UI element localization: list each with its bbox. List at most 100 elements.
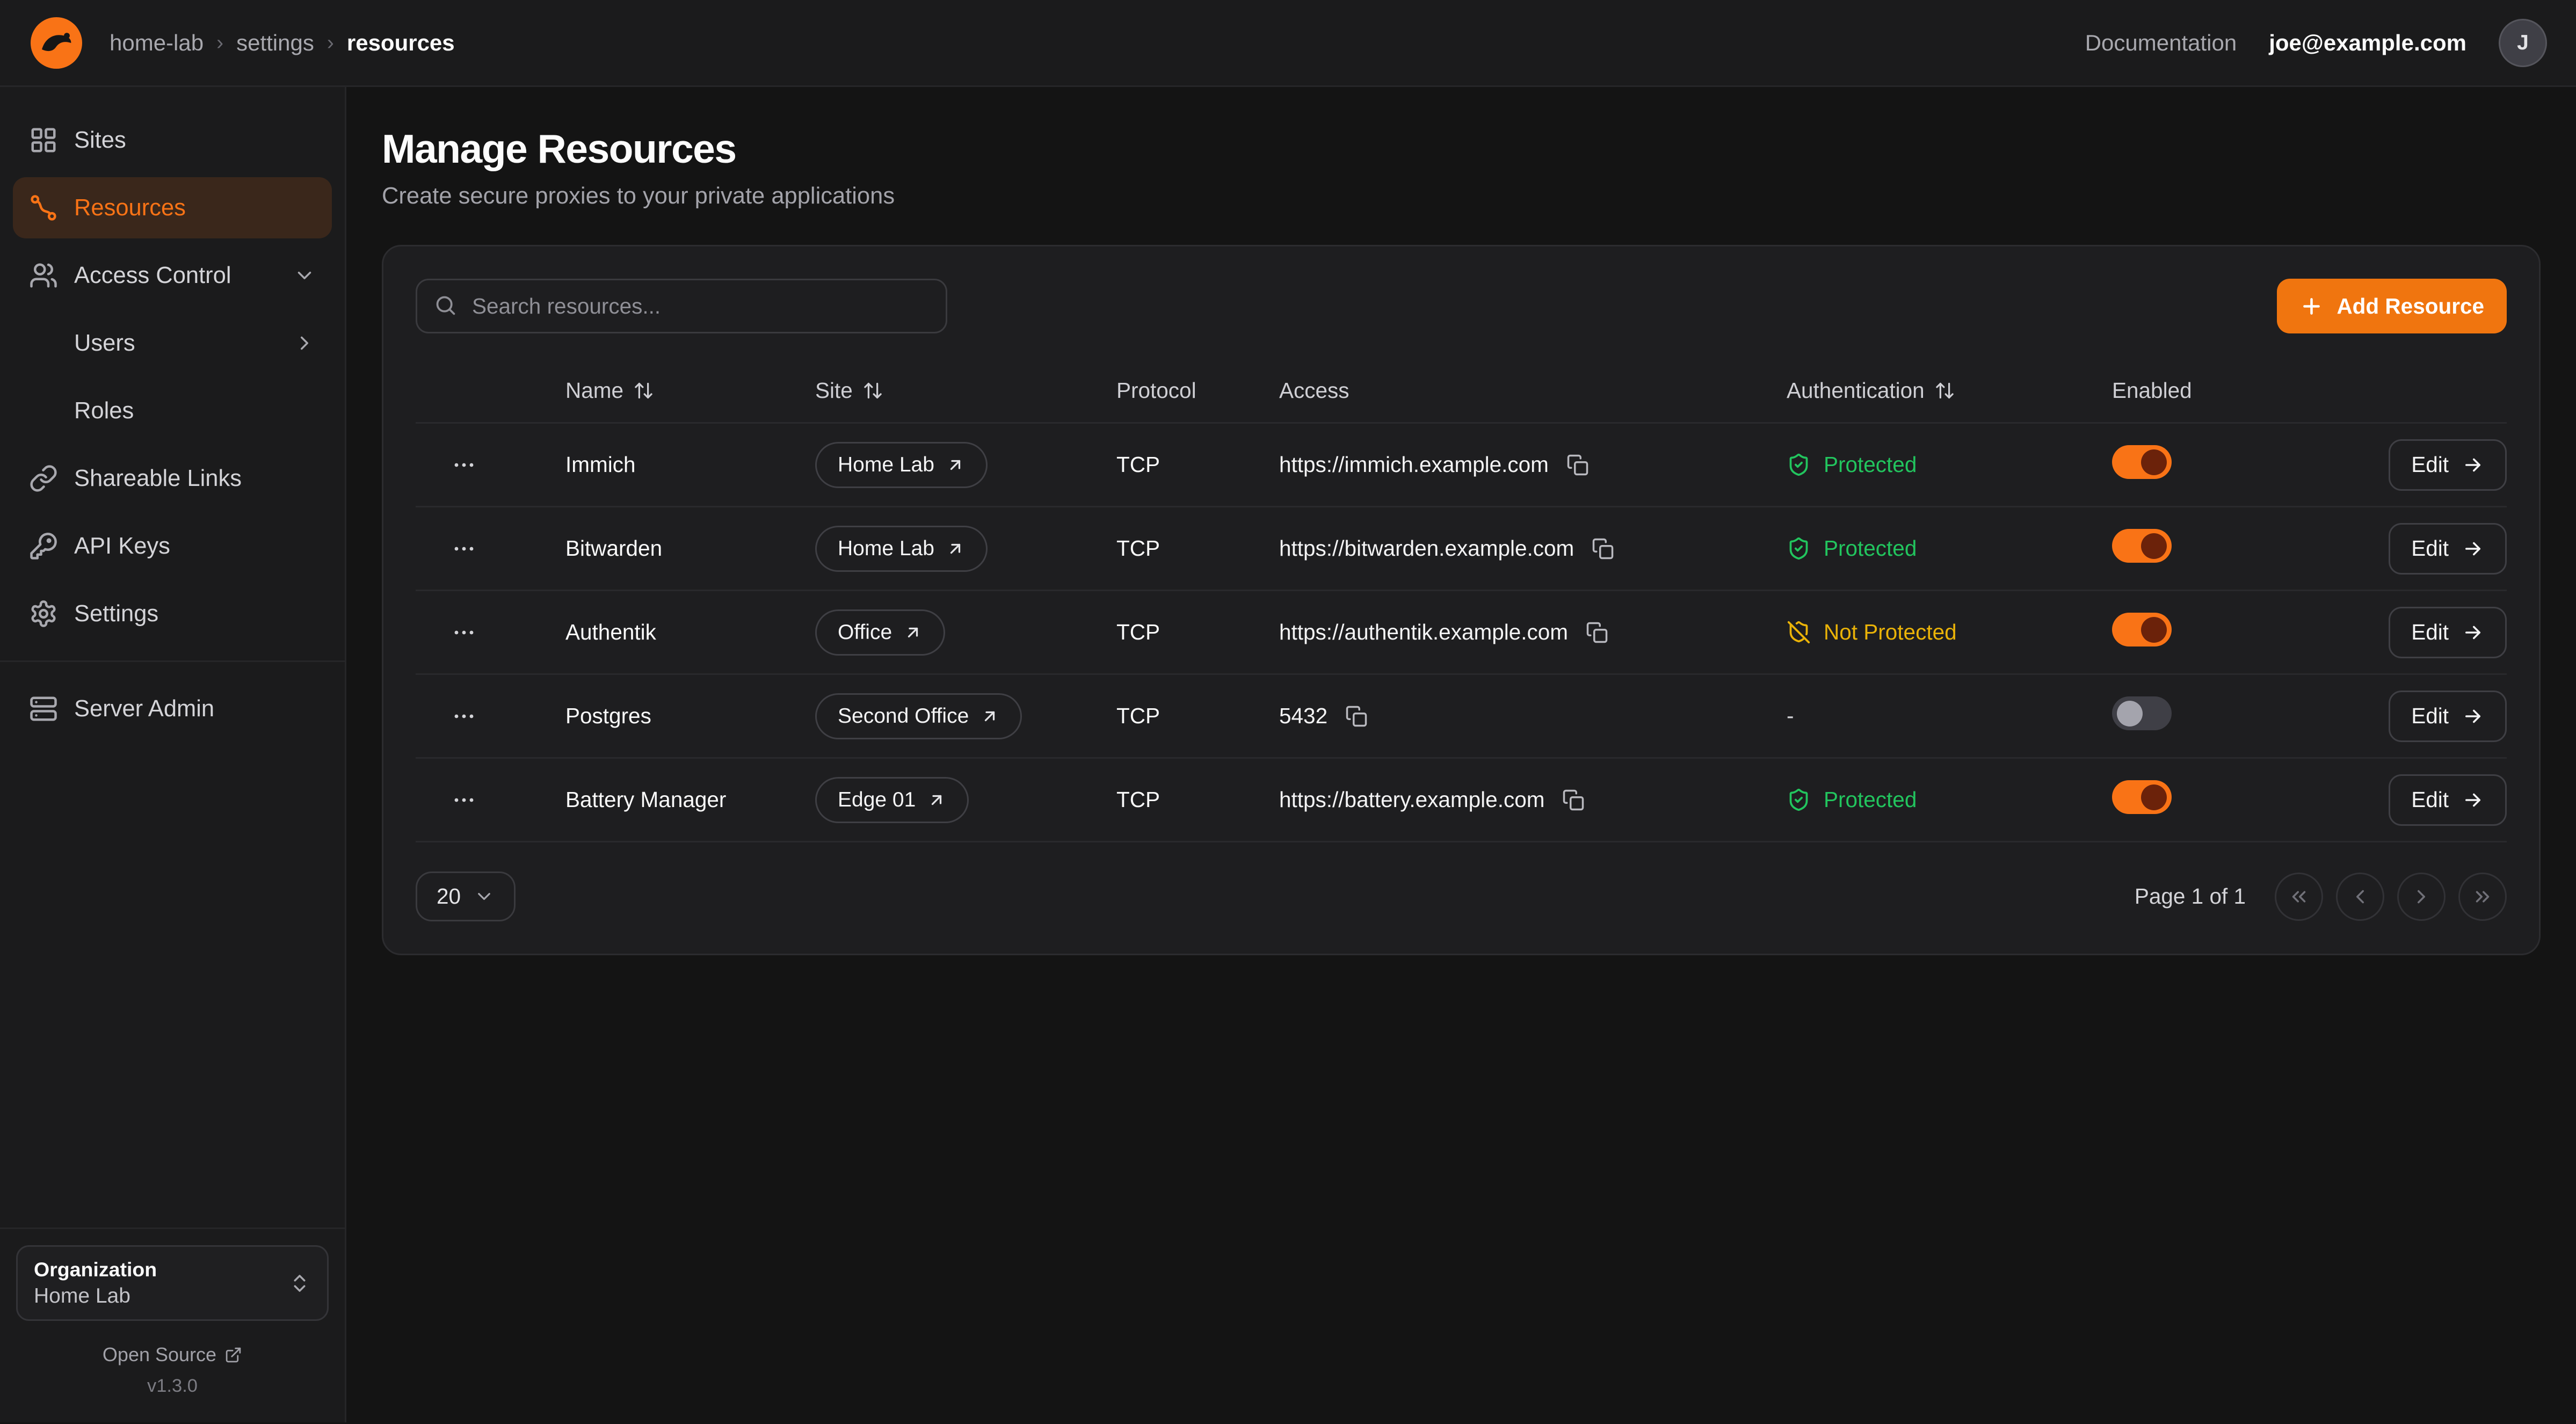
- sort-icon: [1934, 380, 1955, 401]
- plus-icon: [2299, 294, 2324, 318]
- table-row: Immich Home Lab TCP https://immich.examp…: [416, 424, 2507, 507]
- grid-icon: [29, 126, 58, 155]
- column-header-access: Access: [1279, 378, 1787, 403]
- sidebar-item-users[interactable]: Users: [13, 313, 332, 374]
- organization-title: Organization: [34, 1258, 157, 1281]
- breadcrumb-resources[interactable]: resources: [347, 30, 455, 56]
- sidebar-item-sites[interactable]: Sites: [13, 110, 332, 171]
- resources-table: Name Site Protocol Access Authenticati: [416, 359, 2507, 842]
- copy-icon[interactable]: [1563, 451, 1592, 479]
- site-name: Home Lab: [838, 537, 934, 561]
- breadcrumb-home-lab[interactable]: home-lab: [110, 30, 204, 56]
- column-header-authentication[interactable]: Authentication: [1787, 378, 2112, 403]
- resources-card: Add Resource Name Site Protocol: [382, 245, 2541, 955]
- row-menu-button[interactable]: [445, 781, 483, 819]
- row-menu-button[interactable]: [445, 529, 483, 568]
- sidebar-item-resources[interactable]: Resources: [13, 177, 332, 238]
- auth-label: -: [1787, 703, 1794, 729]
- enabled-toggle[interactable]: [2112, 613, 2172, 646]
- ellipsis-icon: [451, 787, 477, 813]
- first-page-button[interactable]: [2275, 873, 2323, 921]
- external-link-icon: [946, 539, 965, 558]
- protocol-value: TCP: [1116, 787, 1279, 812]
- arrow-right-icon: [2462, 454, 2484, 476]
- edit-button[interactable]: Edit: [2389, 523, 2507, 575]
- table-body: Immich Home Lab TCP https://immich.examp…: [416, 424, 2507, 842]
- breadcrumb-separator: ›: [216, 31, 223, 55]
- add-resource-button[interactable]: Add Resource: [2277, 279, 2507, 333]
- edit-label: Edit: [2411, 620, 2449, 645]
- column-header-name[interactable]: Name: [565, 378, 815, 403]
- sidebar-item-shareable-links[interactable]: Shareable Links: [13, 448, 332, 509]
- sidebar-item-label: Settings: [74, 601, 158, 627]
- user-email[interactable]: joe@example.com: [2269, 30, 2466, 56]
- topbar-right: Documentation joe@example.com J: [2085, 19, 2547, 67]
- sidebar-item-label: Resources: [74, 195, 186, 221]
- site-link[interactable]: Edge 01: [815, 777, 969, 823]
- last-page-button[interactable]: [2458, 873, 2507, 921]
- enabled-toggle[interactable]: [2112, 780, 2172, 814]
- edit-button[interactable]: Edit: [2389, 774, 2507, 826]
- server-icon: [29, 694, 58, 723]
- sidebar-item-label: Sites: [74, 127, 126, 154]
- next-page-button[interactable]: [2397, 873, 2446, 921]
- app-logo[interactable]: [29, 16, 84, 70]
- page-info: Page 1 of 1: [2135, 884, 2246, 909]
- copy-icon[interactable]: [1342, 702, 1371, 731]
- copy-icon[interactable]: [1588, 534, 1617, 563]
- access-url: https://bitwarden.example.com: [1279, 536, 1574, 561]
- link-icon: [29, 464, 58, 493]
- shield-check-icon: [1787, 536, 1811, 561]
- copy-icon[interactable]: [1559, 786, 1588, 815]
- page-subtitle: Create secure proxies to your private ap…: [382, 183, 2541, 209]
- column-header-site[interactable]: Site: [815, 378, 1116, 403]
- chevron-right-icon: [293, 332, 316, 354]
- copy-icon[interactable]: [1583, 618, 1612, 647]
- enabled-toggle[interactable]: [2112, 529, 2172, 563]
- resource-name: Authentik: [565, 620, 815, 645]
- open-source-link[interactable]: Open Source: [16, 1343, 329, 1366]
- auth-label: Not Protected: [1824, 620, 1957, 645]
- table-row: Battery Manager Edge 01 TCP https://batt…: [416, 759, 2507, 842]
- site-link[interactable]: Second Office: [815, 693, 1022, 739]
- sidebar-item-settings[interactable]: Settings: [13, 583, 332, 644]
- ellipsis-icon: [451, 703, 477, 729]
- previous-page-button[interactable]: [2336, 873, 2384, 921]
- sidebar-item-access-control[interactable]: Access Control: [13, 245, 332, 306]
- sidebar-item-api-keys[interactable]: API Keys: [13, 515, 332, 577]
- organization-selector[interactable]: Organization Home Lab: [16, 1245, 329, 1321]
- chevron-down-icon: [293, 264, 316, 287]
- chevron-left-icon: [2349, 885, 2371, 908]
- shield-check-icon: [1787, 788, 1811, 812]
- toolbar: Add Resource: [416, 279, 2507, 333]
- search-icon: [433, 293, 458, 317]
- ellipsis-icon: [451, 536, 477, 562]
- search-input[interactable]: [416, 279, 947, 333]
- search-wrap: [416, 279, 947, 333]
- sidebar-item-server-admin[interactable]: Server Admin: [13, 678, 332, 739]
- edit-label: Edit: [2411, 703, 2449, 729]
- enabled-toggle[interactable]: [2112, 445, 2172, 479]
- chevrons-up-down-icon: [288, 1272, 311, 1295]
- page-size-select[interactable]: 20: [416, 871, 516, 921]
- documentation-link[interactable]: Documentation: [2085, 30, 2237, 56]
- external-link-icon: [224, 1346, 242, 1364]
- row-menu-button[interactable]: [445, 446, 483, 484]
- row-menu-button[interactable]: [445, 697, 483, 736]
- toggle-knob: [2141, 533, 2167, 559]
- sidebar-item-roles[interactable]: Roles: [13, 380, 332, 441]
- edit-button[interactable]: Edit: [2389, 607, 2507, 658]
- edit-button[interactable]: Edit: [2389, 691, 2507, 742]
- site-link[interactable]: Home Lab: [815, 526, 988, 572]
- external-link-icon: [980, 707, 999, 726]
- avatar[interactable]: J: [2499, 19, 2547, 67]
- enabled-toggle[interactable]: [2112, 696, 2172, 730]
- auth-status: -: [1787, 703, 2112, 729]
- pagination-controls: Page 1 of 1: [2135, 873, 2507, 921]
- breadcrumb-settings[interactable]: settings: [236, 30, 314, 56]
- main-content: Manage Resources Create secure proxies t…: [346, 87, 2576, 1422]
- row-menu-button[interactable]: [445, 613, 483, 652]
- site-link[interactable]: Office: [815, 609, 945, 656]
- edit-button[interactable]: Edit: [2389, 439, 2507, 491]
- site-link[interactable]: Home Lab: [815, 442, 988, 488]
